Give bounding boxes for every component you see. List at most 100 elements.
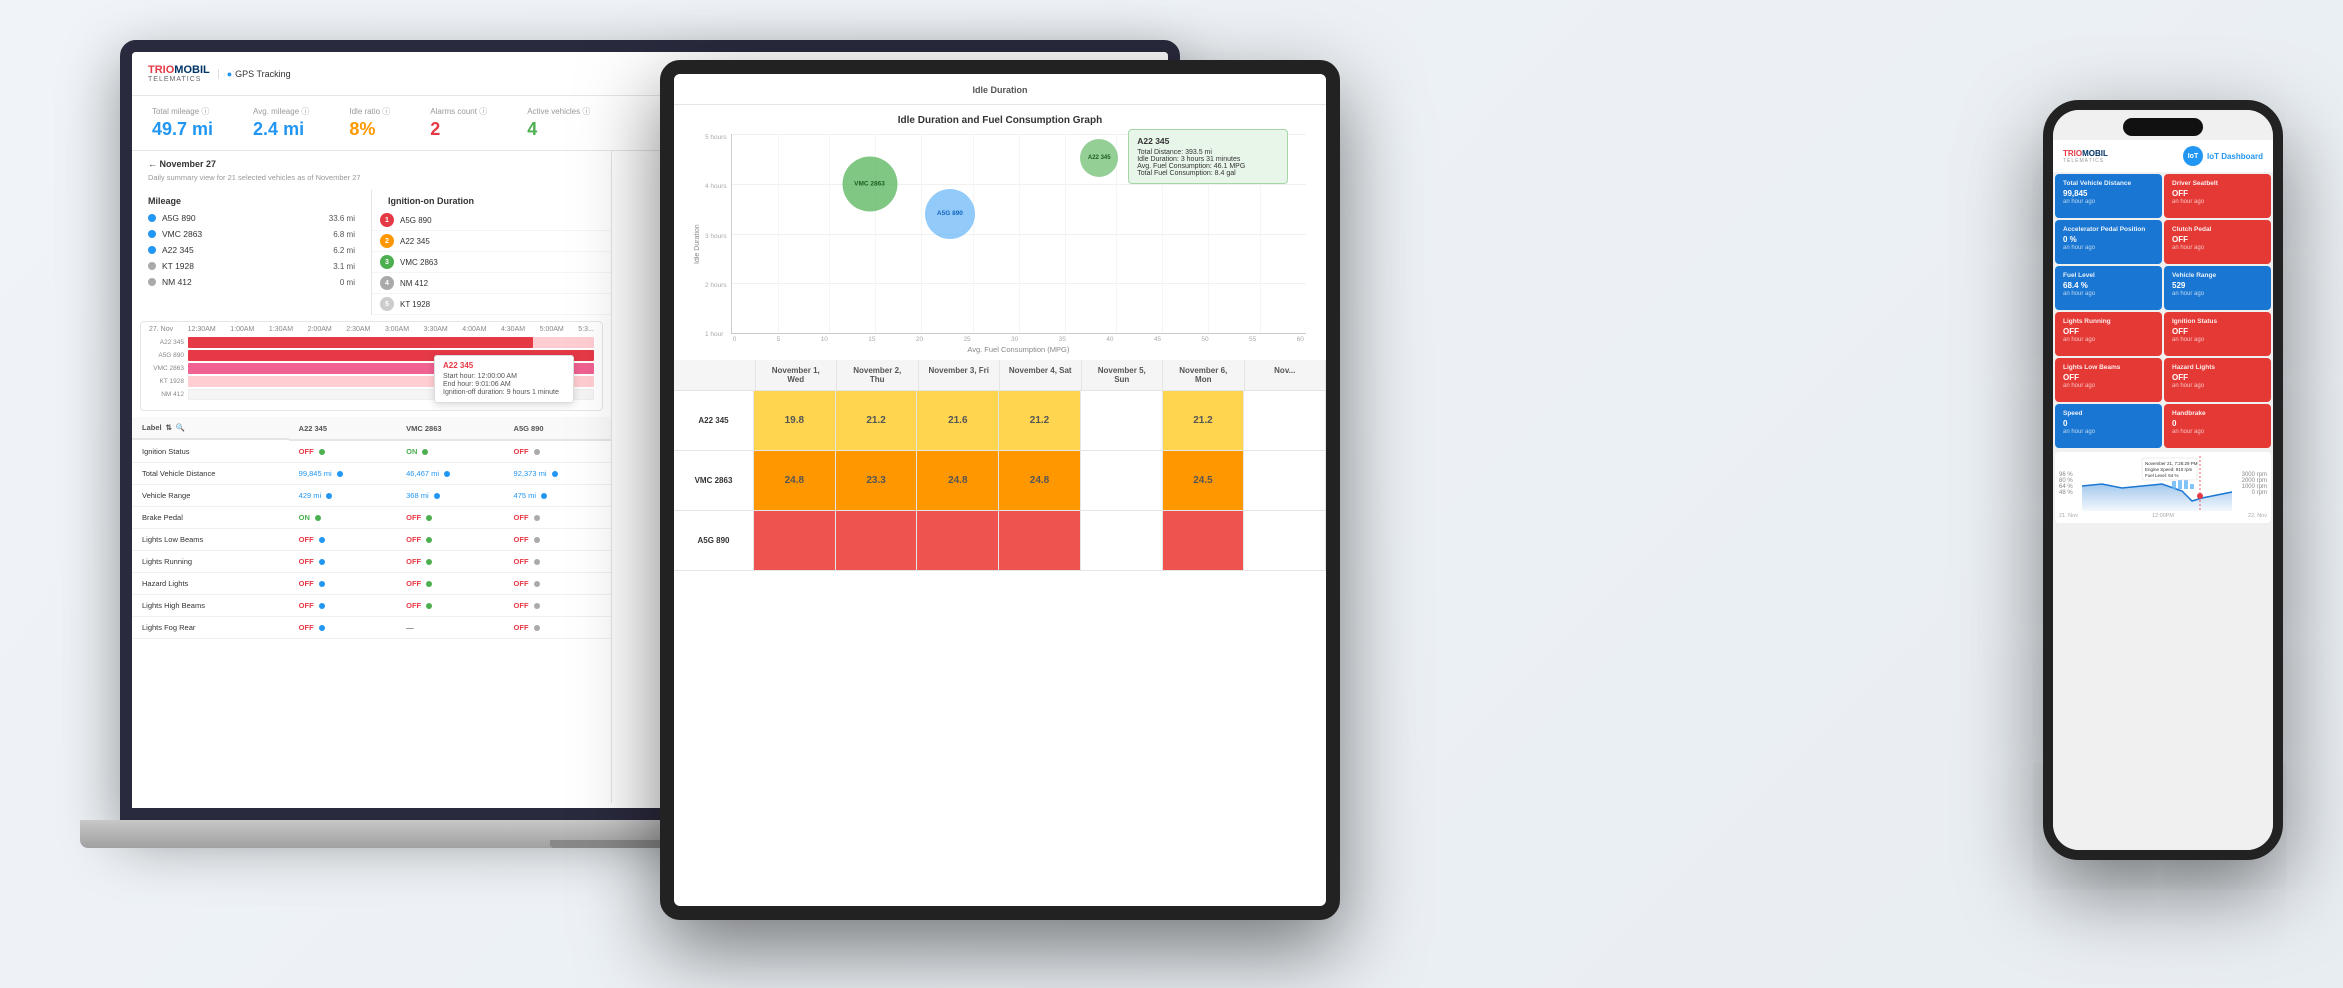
timeline-time-label: 2:00AM <box>308 326 332 333</box>
status-value: OFF <box>299 579 314 588</box>
status-dot <box>319 581 325 587</box>
status-value: OFF <box>514 557 529 566</box>
card-title: Driver Seatbelt <box>2172 180 2263 187</box>
status-dot <box>319 603 325 609</box>
phone-card-total-distance[interactable]: Total Vehicle Distance 99,845 an hour ag… <box>2055 174 2162 218</box>
phone-card-clutch[interactable]: Clutch Pedal OFF an hour ago <box>2164 220 2271 264</box>
cal-cell[interactable]: 24.5 <box>1163 451 1245 510</box>
status-dot <box>319 537 325 543</box>
search-icon[interactable]: 🔍 <box>176 423 185 432</box>
cal-cell[interactable] <box>917 511 999 570</box>
table-row: Ignition Status OFF ON <box>132 440 611 463</box>
status-dot <box>319 559 325 565</box>
bubble-a22345[interactable]: A22 345 <box>1080 139 1118 177</box>
phone-card-vehicle-range[interactable]: Vehicle Range 529 an hour ago <box>2164 266 2271 310</box>
cell-value: 475 mi <box>514 491 537 500</box>
y-tick: 3 hours <box>705 233 727 240</box>
status-dot <box>426 581 432 587</box>
iot-badge: IoT IoT Dashboard <box>2183 146 2263 166</box>
cal-vehicle-a5g: A5G 890 <box>674 511 754 570</box>
card-title: Ignition Status <box>2172 318 2263 325</box>
bubble-label: A22 345 <box>1088 155 1111 161</box>
cal-cell[interactable]: 21.2 <box>1163 391 1245 450</box>
y-tick: 1 hour <box>705 331 727 338</box>
breadcrumb[interactable]: ← November 27 <box>132 151 611 173</box>
cal-cell[interactable]: 19.8 <box>754 391 836 450</box>
card-title: Clutch Pedal <box>2172 226 2263 233</box>
ignition-row: 5 KT 1928 <box>372 294 611 315</box>
timeline-time-label: 5:3... <box>578 326 594 333</box>
phone-card-lights-running[interactable]: Lights Running OFF an hour ago <box>2055 312 2162 356</box>
cal-cell[interactable]: 23.3 <box>836 451 918 510</box>
cal-value: 24.8 <box>754 451 835 510</box>
phone-card-lights-low[interactable]: Lights Low Beams OFF an hour ago <box>2055 358 2162 402</box>
cal-cell[interactable]: 21.2 <box>999 391 1081 450</box>
row-label: Lights High Beams <box>132 595 289 617</box>
card-sub: an hour ago <box>2063 199 2154 205</box>
status-dot <box>534 515 540 521</box>
x-tick: 30 <box>1011 336 1018 343</box>
card-sub: an hour ago <box>2063 383 2154 389</box>
x-tick: 45 <box>1154 336 1161 343</box>
status-value: OFF <box>514 447 529 456</box>
status-dot <box>534 449 540 455</box>
cal-cell[interactable] <box>754 511 836 570</box>
phone-card-ignition-status[interactable]: Ignition Status OFF an hour ago <box>2164 312 2271 356</box>
cell-vmc-running: OFF <box>396 551 503 573</box>
cal-cell[interactable]: A5G 890 Total Distance: 77.1 mi Idle Dur… <box>836 511 918 570</box>
idle-duration-tab[interactable]: Idle Duration <box>972 85 1027 95</box>
phone-card-hazard[interactable]: Hazard Lights OFF an hour ago <box>2164 358 2271 402</box>
cal-cell[interactable]: 24.8 <box>754 451 836 510</box>
total-mileage-label: Total mileage ⓘ <box>152 106 213 117</box>
cal-value <box>999 511 1080 570</box>
svg-text:Fuel Level: 64 %: Fuel Level: 64 % <box>2145 473 2179 478</box>
tooltip-distance: Total Distance: 393.5 mi <box>1137 149 1279 156</box>
total-mileage-value: 49.7 mi <box>152 119 213 140</box>
phone-device: TRIOMOBIL TELEMATICS IoT IoT Dashboard T… <box>2043 100 2283 880</box>
cal-cell[interactable]: 24.8 <box>917 451 999 510</box>
active-vehicles-label: Active vehicles ⓘ <box>527 106 590 117</box>
y-tick: 5 hours <box>705 134 727 141</box>
status-value: OFF <box>299 447 314 456</box>
status-value: OFF <box>406 601 421 610</box>
col-header-label[interactable]: Label ⇅ 🔍 <box>132 417 289 440</box>
status-value: OFF <box>514 623 529 632</box>
phone-card-handbrake[interactable]: Handbrake 0 an hour ago <box>2164 404 2271 448</box>
calendar-section: November 1, Wed November 2, Thu November… <box>674 360 1326 571</box>
cal-cell[interactable]: 21.6 <box>917 391 999 450</box>
cell-vmc-ignition: ON <box>396 440 503 463</box>
vehicle-mileage: 3.1 mi <box>333 262 355 271</box>
bubble-a5g890[interactable]: A5G 890 <box>925 189 975 239</box>
y-tick: 2 hours <box>705 282 727 289</box>
phone-card-fuel-level[interactable]: Fuel Level 68.4 % an hour ago <box>2055 266 2162 310</box>
status-value: OFF <box>406 535 421 544</box>
card-value: 68.4 % <box>2063 281 2154 290</box>
scatter-tooltip: A22 345 Total Distance: 393.5 mi Idle Du… <box>1128 129 1288 184</box>
row-label: Lights Low Beams <box>132 529 289 551</box>
phone-card-accelerator[interactable]: Accelerator Pedal Position 0 % an hour a… <box>2055 220 2162 264</box>
cal-cell[interactable] <box>1163 511 1245 570</box>
card-title: Handbrake <box>2172 410 2263 417</box>
card-value: 0 <box>2063 419 2154 428</box>
cal-cell[interactable]: 21.2 <box>836 391 918 450</box>
bubble-vmc2863[interactable]: VMC 2863 <box>842 156 897 211</box>
cal-cell[interactable]: 24.8 <box>999 451 1081 510</box>
status-dot <box>534 559 540 565</box>
x-tick: 55 <box>1249 336 1256 343</box>
vehicle-row: KT 1928 3.1 mi <box>132 258 371 274</box>
ignition-row: 4 NM 412 <box>372 273 611 294</box>
card-title: Total Vehicle Distance <box>2063 180 2154 187</box>
phone-card-speed[interactable]: Speed 0 an hour ago <box>2055 404 2162 448</box>
cal-vehicle-vmc: VMC 2863 <box>674 451 754 510</box>
cell-vmc-lowbeams: OFF <box>396 529 503 551</box>
phone-card-seatbelt[interactable]: Driver Seatbelt OFF an hour ago <box>2164 174 2271 218</box>
status-dot <box>534 581 540 587</box>
phone-logo-text: TRIOMOBIL <box>2063 149 2108 158</box>
timeline-time-label: 3:30AM <box>424 326 448 333</box>
cal-cell[interactable] <box>999 511 1081 570</box>
card-sub: an hour ago <box>2172 291 2263 297</box>
sort-icon[interactable]: ⇅ <box>166 423 172 432</box>
cell-vmc-brake: OFF <box>396 507 503 529</box>
data-table-container[interactable]: Label ⇅ 🔍 A22 345 VMC 2863 A5G 890 <box>132 417 611 639</box>
card-sub: an hour ago <box>2172 199 2263 205</box>
